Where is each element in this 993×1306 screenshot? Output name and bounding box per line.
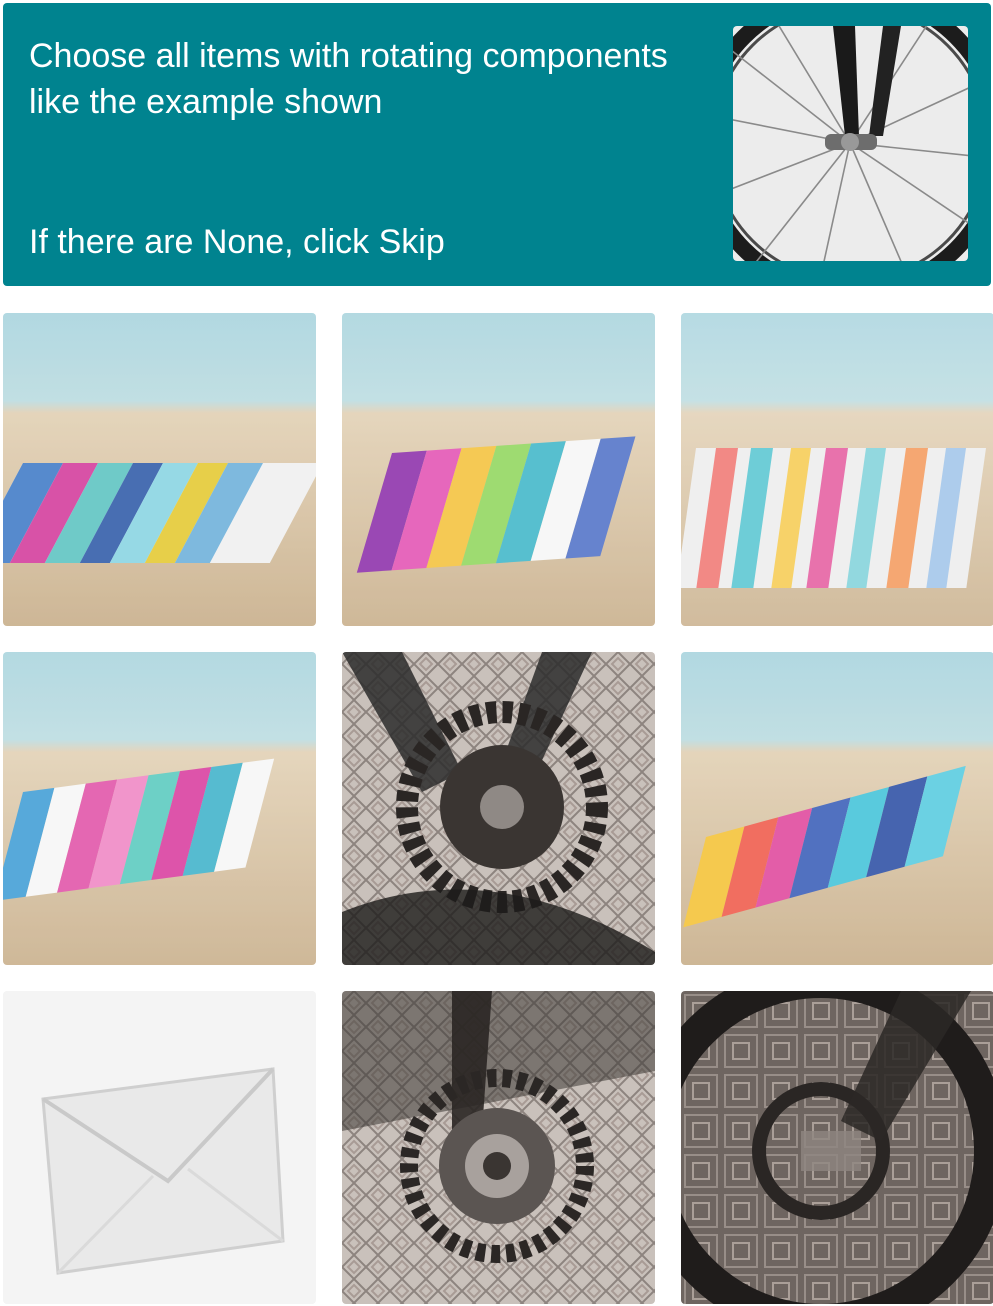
tile-9[interactable] (681, 991, 993, 1304)
tile-6[interactable] (681, 652, 993, 965)
skip-hint: If there are None, click Skip (29, 223, 445, 261)
envelope-icon (3, 991, 316, 1304)
beach-towel-icon (3, 313, 316, 626)
tile-4[interactable] (3, 652, 316, 965)
tile-2[interactable] (342, 313, 655, 626)
beach-towel-icon (342, 313, 655, 626)
example-image (733, 26, 968, 261)
beach-towel-icon (681, 652, 993, 965)
bicycle-wheel-hub-icon (733, 26, 968, 261)
bicycle-wheel-icon (681, 991, 993, 1304)
tile-7[interactable] (3, 991, 316, 1304)
tile-8[interactable] (342, 991, 655, 1304)
tile-5[interactable] (342, 652, 655, 965)
bicycle-chainring-icon (342, 991, 655, 1304)
tile-1[interactable] (3, 313, 316, 626)
challenge-prompt: Choose all items with rotating component… (29, 37, 668, 121)
beach-towel-icon (681, 313, 993, 626)
beach-towel-icon (3, 652, 316, 965)
challenge-header: Choose all items with rotating component… (3, 3, 991, 286)
bicycle-crankset-icon (342, 652, 655, 965)
tile-3[interactable] (681, 313, 993, 626)
